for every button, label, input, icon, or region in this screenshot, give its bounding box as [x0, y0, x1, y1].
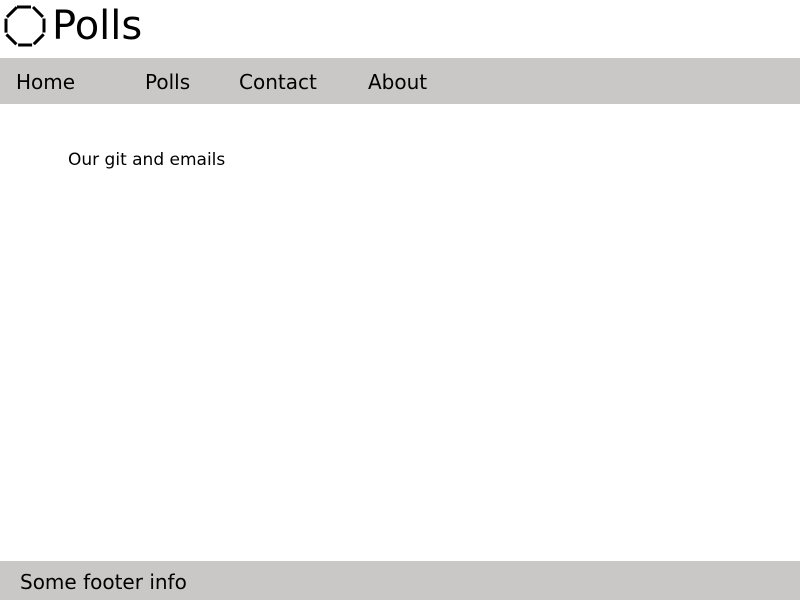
site-title: Polls — [52, 3, 143, 49]
contact-text: Our git and emails — [68, 150, 226, 170]
main-content: Our git and emails — [0, 104, 800, 561]
nav-item-contact[interactable]: Contact — [239, 70, 317, 94]
nav-bar: Home Polls Contact About — [0, 58, 800, 104]
nav-item-polls[interactable]: Polls — [145, 70, 190, 94]
nav-item-about[interactable]: About — [368, 70, 427, 94]
site-header: Polls — [0, 0, 800, 58]
octagon-icon — [4, 5, 46, 47]
site-footer: Some footer info — [0, 561, 800, 600]
nav-item-home[interactable]: Home — [16, 70, 75, 94]
page: Polls Home Polls Contact About Our git a… — [0, 0, 800, 600]
footer-text: Some footer info — [20, 570, 187, 594]
